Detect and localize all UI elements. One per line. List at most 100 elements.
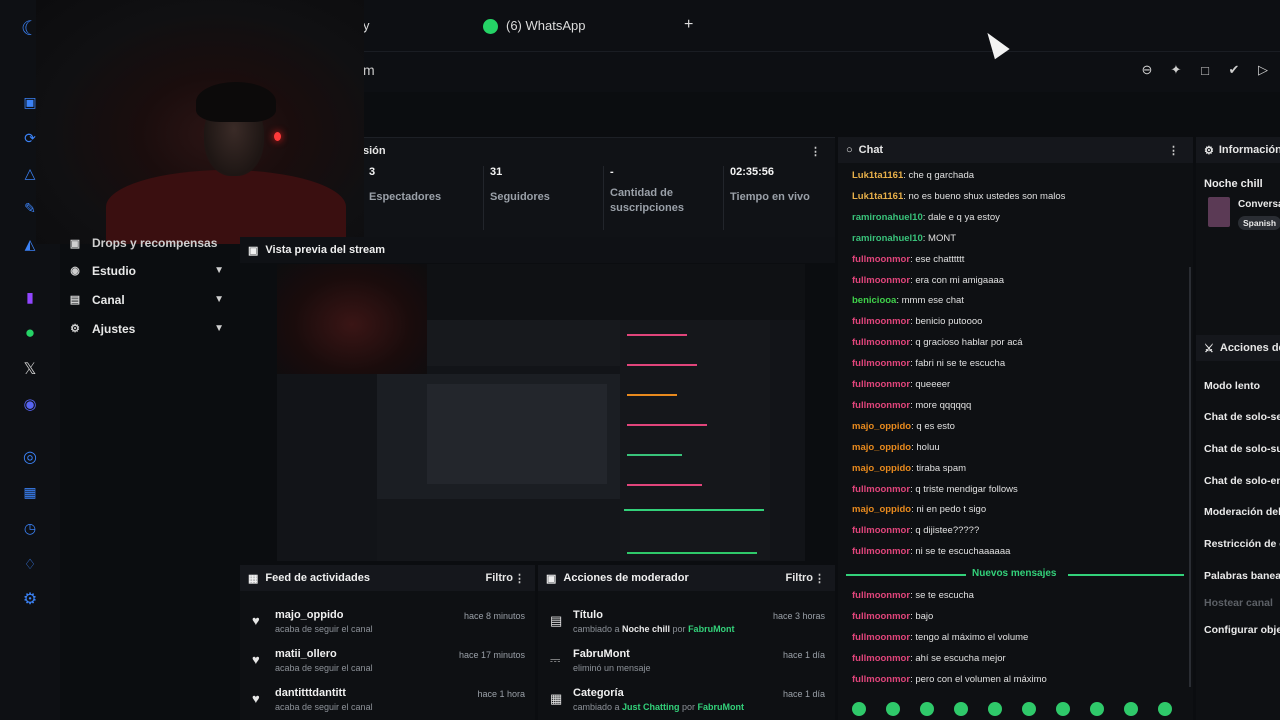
chat-message[interactable]: majo_oppido: holuu	[852, 442, 940, 453]
chat-message[interactable]: fullmoonmor: se te escucha	[852, 590, 974, 601]
mod-action-item[interactable]: Chat de solo-se	[1204, 411, 1280, 423]
chat-username[interactable]: fullmoonmor	[852, 546, 910, 557]
mod-action-item[interactable]: Configurar obje	[1204, 624, 1280, 636]
chat-username[interactable]: fullmoonmor	[852, 674, 910, 685]
category-name[interactable]: Conversa	[1238, 199, 1280, 210]
emote-icon[interactable]	[1056, 702, 1070, 716]
chat-message[interactable]: fullmoonmor: bajo	[852, 611, 933, 622]
chat-username[interactable]: majo_oppido	[852, 421, 911, 432]
chat-username[interactable]: Luk1ta1161	[852, 191, 903, 202]
mod-item[interactable]: ▤ Título cambiado a Noche chill por Fabr…	[538, 597, 835, 636]
mod-item[interactable]: ⎓ FabruMont eliminó un mensaje hace 1 dí…	[538, 636, 835, 675]
chat-message[interactable]: Luk1ta1161: no es bueno shux ustedes son…	[852, 191, 1065, 202]
emote-icon[interactable]	[954, 702, 968, 716]
mod-action-item[interactable]: Modo lento	[1204, 380, 1260, 392]
shield-icon[interactable]: ✔	[1225, 61, 1243, 79]
mod-action-item[interactable]: Restricción de e	[1204, 538, 1280, 550]
chat-username[interactable]: fullmoonmor	[852, 400, 910, 411]
chat-message[interactable]: fullmoonmor: benicio putoooo	[852, 316, 982, 327]
chat-username[interactable]: ramironahuel10	[852, 212, 923, 223]
emote-icon[interactable]	[988, 702, 1002, 716]
chat-username[interactable]: majo_oppido	[852, 504, 911, 515]
menu-item-estudio[interactable]: ◉ Estudio ▼	[60, 256, 240, 285]
mod-item[interactable]: ▦ Categoría cambiado a Just Chatting por…	[538, 675, 835, 714]
more-icon[interactable]: ⋮	[810, 145, 821, 158]
chat-username[interactable]: beniciooa	[852, 295, 896, 306]
feed-filter-button[interactable]: Filtro	[486, 572, 514, 584]
chat-username[interactable]: fullmoonmor	[852, 275, 910, 286]
chat-username[interactable]: fullmoonmor	[852, 316, 910, 327]
chat-message[interactable]: fullmoonmor: ahí se escucha mejor	[852, 653, 1006, 664]
chat-username[interactable]: fullmoonmor	[852, 653, 910, 664]
send-icon[interactable]: ▷	[1254, 61, 1272, 79]
feed-item[interactable]: ♥ majo_oppido acaba de seguir el canal h…	[240, 597, 535, 636]
chat-username[interactable]: ramironahuel10	[852, 233, 923, 244]
chat-username[interactable]: fullmoonmor	[852, 611, 910, 622]
chat-username[interactable]: fullmoonmor	[852, 590, 910, 601]
discord-icon[interactable]: ◉	[20, 394, 40, 414]
emote-icon[interactable]	[852, 702, 866, 716]
chat-message[interactable]: ramironahuel10: dale e q ya estoy	[852, 212, 1000, 223]
chat-username[interactable]: fullmoonmor	[852, 337, 910, 348]
whatsapp-icon[interactable]: ●	[20, 323, 40, 343]
mod-action-item[interactable]: Hostear canal	[1204, 597, 1273, 609]
chat-message[interactable]: fullmoonmor: era con mi amigaaaa	[852, 275, 1004, 286]
emote-icon[interactable]	[1124, 702, 1138, 716]
chat-message[interactable]: fullmoonmor: tengo al máximo el volume	[852, 632, 1028, 643]
chat-username[interactable]: fullmoonmor	[852, 254, 910, 265]
feed-item[interactable]: ♥ dantitttdantitt acaba de seguir el can…	[240, 675, 535, 714]
mod-action-item[interactable]: Chat de solo-su	[1204, 443, 1280, 455]
tag-badge[interactable]: Spanish	[1238, 216, 1280, 230]
chat-message[interactable]: fullmoonmor: pero con el volumen al máxi…	[852, 674, 1047, 685]
zoom-out-icon[interactable]: ⊖	[1138, 61, 1156, 79]
chat-message[interactable]: beniciooa: mmm ese chat	[852, 295, 964, 306]
mod-action-item[interactable]: Chat de solo-en	[1204, 475, 1280, 487]
chat-message[interactable]: ramironahuel10: MONT	[852, 233, 956, 244]
more-icon[interactable]: ⋮	[1168, 144, 1179, 157]
chat-message[interactable]: majo_oppido: q es esto	[852, 421, 955, 432]
chat-message[interactable]: fullmoonmor: more qqqqqq	[852, 400, 971, 411]
chat-message[interactable]: fullmoonmor: ni se te escuchaaaaaa	[852, 546, 1010, 557]
chat-username[interactable]: fullmoonmor	[852, 632, 910, 643]
x-icon[interactable]: 𝕏	[20, 359, 40, 379]
chat-username[interactable]: majo_oppido	[852, 463, 911, 474]
settings-icon[interactable]: ⚙	[20, 589, 40, 609]
menu-item-drops[interactable]: ▣ Drops y recompensas	[60, 236, 240, 250]
tab-whatsapp[interactable]: (6) WhatsApp	[506, 18, 585, 33]
more-icon[interactable]: ⋮	[514, 572, 525, 585]
emote-icon[interactable]	[1090, 702, 1104, 716]
chat-message[interactable]: Luk1ta1161: che q garchada	[852, 170, 974, 181]
clock-icon[interactable]: ◷	[20, 518, 40, 538]
twitch-icon[interactable]: ▮	[20, 287, 40, 307]
chat-username[interactable]: fullmoonmor	[852, 484, 910, 495]
chat-message[interactable]: majo_oppido: ni en pedo t sigo	[852, 504, 986, 515]
feed-item[interactable]: ♥ matii_ollero acaba de seguir el canal …	[240, 636, 535, 675]
grid-icon[interactable]: ▦	[20, 482, 40, 502]
stream-preview[interactable]	[277, 264, 805, 561]
chat-message[interactable]: fullmoonmor: queeeer	[852, 379, 950, 390]
chat-username[interactable]: fullmoonmor	[852, 379, 910, 390]
chat-username[interactable]: fullmoonmor	[852, 525, 910, 536]
emote-icon[interactable]	[886, 702, 900, 716]
chat-username[interactable]: Luk1ta1161	[852, 170, 903, 181]
pin-icon[interactable]: ✦	[1167, 61, 1185, 79]
emote-icon[interactable]	[1022, 702, 1036, 716]
chat-username[interactable]: fullmoonmor	[852, 358, 910, 369]
chat-message[interactable]: fullmoonmor: fabri ni se te escucha	[852, 358, 1005, 369]
menu-item-canal[interactable]: ▤ Canal ▼	[60, 285, 240, 314]
circle-icon[interactable]: ◎	[20, 447, 40, 467]
chat-message[interactable]: majo_oppido: tiraba spam	[852, 463, 966, 474]
new-tab-button[interactable]: +	[684, 16, 693, 34]
menu-item-ajustes[interactable]: ⚙ Ajustes ▼	[60, 314, 240, 343]
mod-action-item[interactable]: Palabras banea	[1204, 570, 1280, 582]
url-text[interactable]: m	[363, 62, 375, 78]
mod-action-item[interactable]: Moderación del	[1204, 506, 1280, 518]
more-icon[interactable]: ⋮	[814, 572, 825, 585]
chat-message[interactable]: fullmoonmor: q dijistee?????	[852, 525, 979, 536]
chat-scrollbar[interactable]	[1189, 267, 1191, 687]
chat-message[interactable]: fullmoonmor: q gracioso hablar por acá	[852, 337, 1023, 348]
emote-icon[interactable]	[920, 702, 934, 716]
emote-icon[interactable]	[1158, 702, 1172, 716]
chat-message[interactable]: fullmoonmor: q triste mendigar follows	[852, 484, 1018, 495]
mod-filter-button[interactable]: Filtro	[786, 572, 814, 584]
